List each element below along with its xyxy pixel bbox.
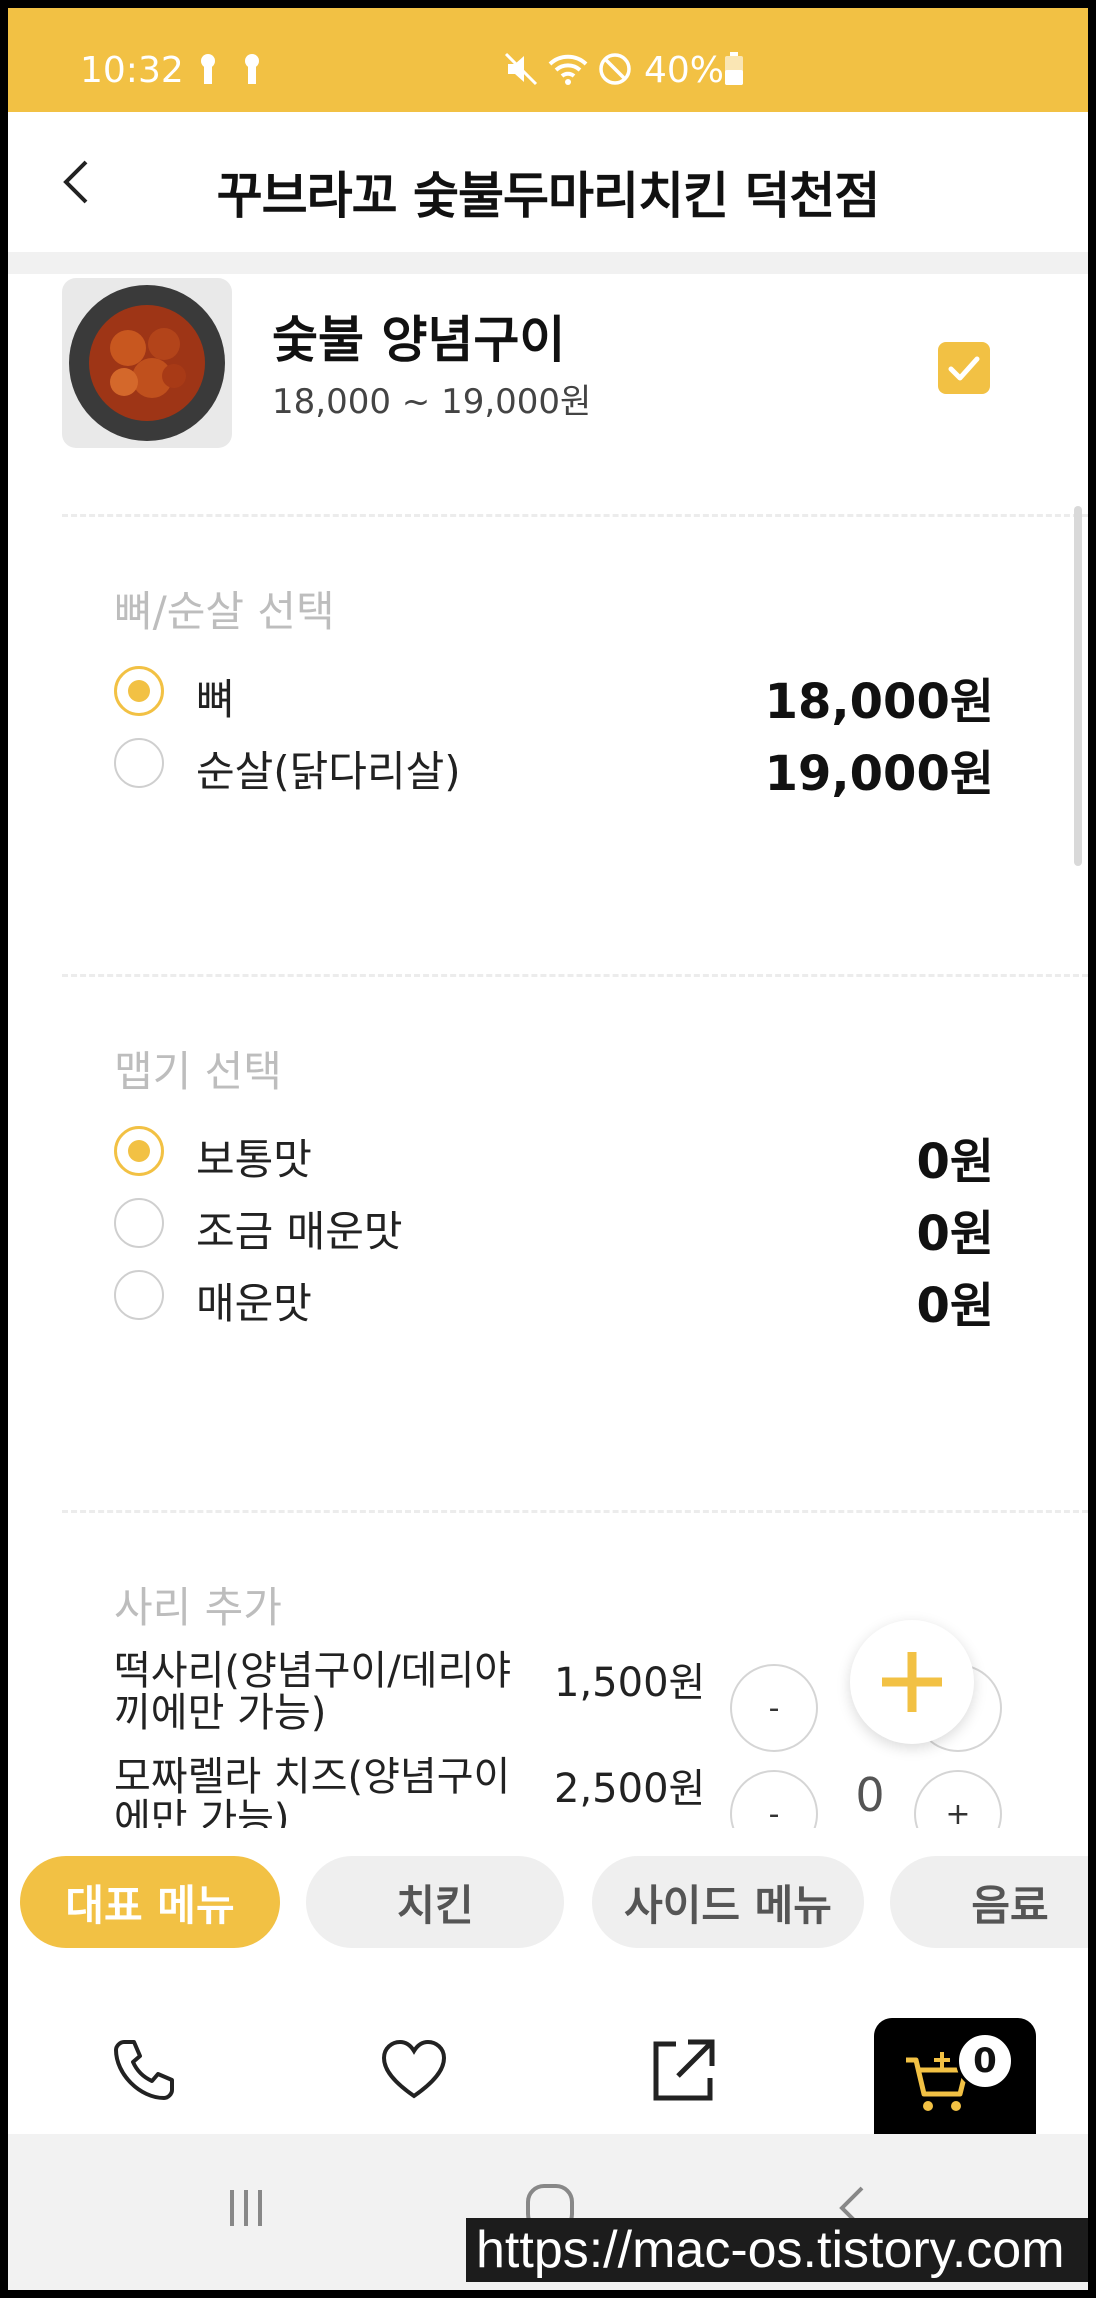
header-divider xyxy=(8,252,1088,274)
option-label: 보통맛 xyxy=(196,1135,312,1184)
radio-unselected[interactable] xyxy=(114,738,164,788)
tab-chicken[interactable]: 치킨 xyxy=(306,1856,564,1948)
radio-unselected[interactable] xyxy=(114,1198,164,1248)
section-divider xyxy=(62,514,1088,517)
check-icon xyxy=(948,356,980,381)
tab-side-menu[interactable]: 사이드 메뉴 xyxy=(592,1856,864,1948)
option-bone[interactable]: 뼈 18,000원 xyxy=(114,662,994,730)
key-icon xyxy=(201,54,215,84)
option-label: 순살(닭다리살) xyxy=(196,747,461,796)
radio-selected[interactable] xyxy=(114,666,164,716)
recent-apps-icon[interactable] xyxy=(224,2186,268,2230)
option-label: 조금 매운맛 xyxy=(196,1207,403,1256)
addon-price: 2,500원 xyxy=(554,1766,706,1812)
plus-icon xyxy=(882,1652,942,1712)
radio-unselected[interactable] xyxy=(114,1270,164,1320)
radio-selected[interactable] xyxy=(114,1126,164,1176)
option-price: 18,000원 xyxy=(764,674,994,730)
scrollbar[interactable] xyxy=(1074,506,1082,866)
status-bar: 10:32 40% xyxy=(8,8,1088,112)
option-price: 0원 xyxy=(916,1278,994,1334)
addon-name: 모짜렐라 치즈(양념구이에만 가능) xyxy=(114,1754,511,1828)
option-mild-spicy[interactable]: 조금 매운맛 0원 xyxy=(114,1194,994,1262)
page-title: 꾸브라꼬 숯불두마리치킨 덕천점 xyxy=(216,167,881,225)
key-icon xyxy=(245,54,259,84)
bottom-action-bar: 0 xyxy=(8,1954,1088,2134)
tab-featured[interactable]: 대표 메뉴 xyxy=(20,1856,280,1948)
cart-button[interactable] xyxy=(874,2018,1036,2134)
increment-button[interactable]: + xyxy=(914,1770,1002,1828)
section-title-spicy: 맵기 선택 xyxy=(114,1047,282,1096)
addon-name: 떡사리(양념구이/데리야끼에만 가능) xyxy=(114,1648,512,1736)
decrement-button[interactable]: - xyxy=(730,1770,818,1828)
addon-quantity: 0 xyxy=(855,1768,885,1822)
product-name: 숯불 양념구이 xyxy=(272,311,566,369)
heart-icon[interactable] xyxy=(378,2034,450,2106)
app-header: 꾸브라꼬 숯불두마리치킨 덕천점 xyxy=(8,112,1088,252)
decrement-button[interactable]: - xyxy=(730,1664,818,1752)
option-price: 0원 xyxy=(916,1134,994,1190)
addon-price: 1,500원 xyxy=(554,1660,706,1706)
option-label: 매운맛 xyxy=(196,1279,312,1328)
product-price-range: 18,000 ~ 19,000원 xyxy=(272,382,592,422)
product-image xyxy=(62,278,232,448)
option-spicy[interactable]: 매운맛 0원 xyxy=(114,1266,994,1334)
watermark: https://mac-os.tistory.com xyxy=(466,2218,1088,2282)
category-tabs: 대표 메뉴 치킨 사이드 메뉴 음료 xyxy=(8,1834,1088,1954)
mute-icon xyxy=(504,52,538,86)
share-icon[interactable] xyxy=(648,2034,720,2106)
product-checkbox[interactable] xyxy=(938,342,990,394)
section-title-bone: 뼈/순살 선택 xyxy=(114,587,335,636)
phone-icon[interactable] xyxy=(108,2034,180,2106)
section-divider xyxy=(62,974,1088,977)
wifi-icon xyxy=(548,54,588,85)
tab-drinks[interactable]: 음료 xyxy=(890,1856,1088,1948)
section-divider xyxy=(62,1510,1088,1513)
option-label: 뼈 xyxy=(196,675,235,724)
section-title-addons: 사리 추가 xyxy=(114,1583,282,1632)
addon-row-cheese: 모짜렐라 치즈(양념구이에만 가능) 2,500원 - 0 + xyxy=(114,1756,1014,1828)
floating-add-button[interactable] xyxy=(850,1620,974,1744)
option-price: 19,000원 xyxy=(764,746,994,802)
option-boneless[interactable]: 순살(닭다리살) 19,000원 xyxy=(114,734,994,802)
app-screen: 10:32 40% 꾸브라꼬 숯불두마리치킨 덕천점 숯불 양념구이 18,00… xyxy=(8,8,1088,2290)
battery-icon xyxy=(725,52,743,85)
option-price: 0원 xyxy=(916,1206,994,1262)
battery-percent: 40% xyxy=(644,50,725,91)
status-time: 10:32 xyxy=(80,50,184,91)
option-normal[interactable]: 보통맛 0원 xyxy=(114,1122,994,1190)
do-not-disturb-icon xyxy=(599,53,631,85)
cart-count-badge: 0 xyxy=(956,2032,1014,2090)
